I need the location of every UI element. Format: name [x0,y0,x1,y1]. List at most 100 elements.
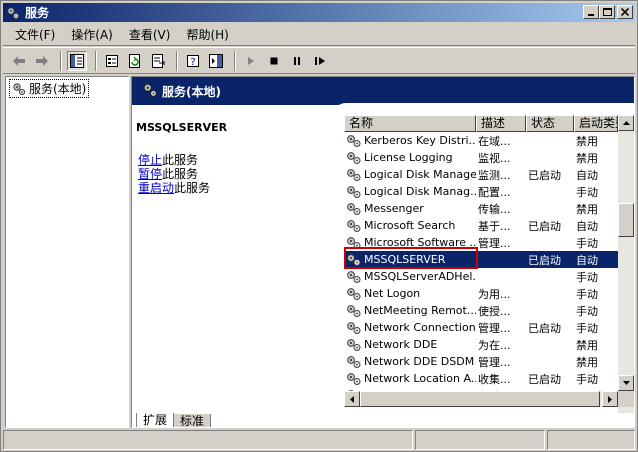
table-row[interactable]: Microsoft Search 基于... 已启动 自动 [344,217,618,234]
table-row[interactable]: Net Logon 为用... 手动 [344,285,618,302]
cell-description: 使授... [478,304,511,318]
cell-name: Logical Disk Manager [344,168,476,182]
service-gear-icon [347,355,361,368]
table-row[interactable]: Microsoft Software ... 管理... 手动 [344,234,618,251]
table-row[interactable]: Network Location A... 收集... 已启动 手动 [344,370,618,387]
table-row[interactable]: MSSQLSERVER 已启动 自动 [344,251,618,268]
column-startup-type[interactable]: 启动类型 [574,115,618,132]
action-pane-icon [209,53,223,68]
scroll-up-button[interactable] [618,115,634,131]
help-button[interactable]: ? [183,51,203,71]
tab-extended[interactable]: 扩展 [136,413,175,427]
service-gear-icon [347,372,361,385]
restart-service-button[interactable] [310,51,330,71]
tab-standard[interactable]: 标准 [173,414,212,427]
menu-bar: 文件(F) 操作(A) 查看(V) 帮助(H) [3,24,635,46]
service-gear-icon [347,321,361,334]
cell-startup-type: 自动 [576,219,598,233]
tree-item-label: 服务(本地) [29,82,87,96]
menu-action[interactable]: 操作(A) [65,26,119,44]
maximize-button[interactable] [599,5,615,19]
horizontal-scroll-thumb[interactable] [360,391,600,407]
stop-service-button[interactable] [264,51,284,71]
forward-button[interactable] [32,51,52,71]
cell-description: 传输... [478,202,511,216]
scroll-down-button[interactable] [618,375,634,391]
cell-name: Net Logon [344,287,476,301]
restart-service-action: 重启动此服务 [138,181,211,195]
cell-startup-type: 禁用 [576,202,598,216]
list-rows: Kerberos Key Distri... 在域... 禁用 License Log… [344,132,618,404]
table-row[interactable]: Network Connections 管理... 已启动 手动 [344,319,618,336]
service-gear-icon [347,202,361,215]
export-list-icon [152,53,165,68]
cell-description: 为在... [478,338,511,352]
help-book-icon: ? [187,54,199,68]
menu-file[interactable]: 文件(F) [9,26,61,44]
pause-service-button[interactable] [287,51,307,71]
cell-startup-type: 自动 [576,168,598,182]
cell-status: 已启动 [528,219,561,233]
service-gear-icon [347,304,361,317]
cell-name: Messenger [344,202,476,216]
scroll-right-button[interactable] [602,391,618,407]
pause-icon [294,56,300,65]
status-bar [3,430,635,450]
back-button[interactable] [9,51,29,71]
cell-description: 在域... [478,134,511,148]
toolbar-separator [95,50,97,71]
console-tree: 服务(本地) [5,76,129,428]
cell-status: 已启动 [528,253,561,267]
column-status[interactable]: 状态 [526,115,574,132]
vertical-scrollbar[interactable] [618,115,634,413]
tree-item-services-local[interactable]: 服务(本地) [9,79,90,98]
services-gear-icon [5,5,21,21]
arrow-down-icon [622,381,630,385]
menu-help[interactable]: 帮助(H) [180,26,234,44]
table-row[interactable]: License Logging 监视... 禁用 [344,149,618,166]
cell-description: 监视... [478,151,511,165]
cell-startup-type: 手动 [576,185,598,199]
vertical-scroll-thumb[interactable] [618,203,634,237]
toolbar-separator [60,50,62,71]
cell-startup-type: 禁用 [576,338,598,352]
title-bar[interactable]: 服务 [3,3,635,22]
details-header: 服务(本地) [132,77,634,105]
show-hide-action-pane-button[interactable] [206,51,226,71]
details-header-title: 服务(本地) [162,84,221,99]
arrow-right-icon [608,395,612,403]
table-row[interactable]: Logical Disk Manag... 配置... 手动 [344,183,618,200]
scroll-left-button[interactable] [344,391,360,407]
table-row[interactable]: Messenger 传输... 禁用 [344,200,618,217]
export-list-button[interactable] [148,51,168,71]
toolbar: ? [3,47,635,74]
close-button[interactable] [617,5,633,19]
table-row[interactable]: MSSQLServerADHel... 手动 [344,268,618,285]
play-icon [248,56,254,65]
minimize-button[interactable] [583,5,599,19]
table-row[interactable]: Logical Disk Manager 监测... 已启动 自动 [344,166,618,183]
cell-description: 管理... [478,321,511,335]
cell-startup-type: 禁用 [576,134,598,148]
menu-view[interactable]: 查看(V) [123,26,177,44]
back-arrow-icon [13,55,25,66]
view-tabs: 扩展 标准 [136,413,212,427]
restart-service-link[interactable]: 重启动 [138,181,174,195]
table-row[interactable]: Network DDE DSDM 管理... 禁用 [344,353,618,370]
stop-icon [270,57,278,64]
services-gear-icon [142,82,158,101]
table-row[interactable]: NetMeeting Remot... 使授... 手动 [344,302,618,319]
column-description[interactable]: 描述 [476,115,526,132]
column-name[interactable]: 名称 [344,115,476,132]
table-row[interactable]: Network DDE 为在... 禁用 [344,336,618,353]
selected-service-name: MSSQLSERVER [136,121,228,134]
properties-button[interactable] [102,51,122,71]
show-hide-tree-button[interactable] [67,50,87,71]
toolbar-separator [234,50,236,71]
refresh-button[interactable] [125,51,145,71]
horizontal-scrollbar[interactable] [344,391,618,407]
start-service-button[interactable] [241,51,261,71]
table-row[interactable]: Kerberos Key Distri... 在域... 禁用 [344,132,618,149]
cell-description: 基于... [478,219,511,233]
service-gear-icon [347,270,361,283]
